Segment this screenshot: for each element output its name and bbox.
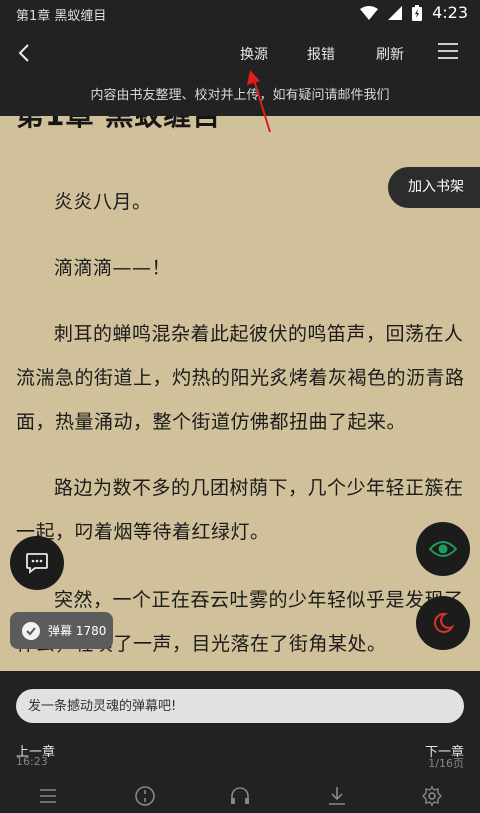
status-chapter-text: 第1章 黑蚁缠目 bbox=[16, 9, 107, 24]
refresh-button[interactable]: 刷新 bbox=[376, 44, 404, 64]
eye-protection-button[interactable] bbox=[416, 522, 470, 576]
bottom-panel: 上一章 下一章 16:23 1/16页 bbox=[0, 671, 480, 813]
paragraph: 滴滴滴——！ bbox=[54, 257, 172, 279]
check-icon bbox=[22, 621, 40, 640]
chat-icon bbox=[26, 553, 48, 574]
danmu-toggle[interactable]: 弹幕 1780 bbox=[10, 612, 113, 649]
wifi-icon bbox=[360, 5, 379, 20]
add-to-shelf-button[interactable]: 加入书架 bbox=[388, 167, 480, 208]
progress-icon bbox=[135, 786, 155, 806]
danmu-comment-button[interactable] bbox=[10, 536, 64, 590]
menu-button[interactable] bbox=[437, 42, 461, 62]
clock-text: 16:23 bbox=[16, 755, 48, 768]
progress-button[interactable] bbox=[134, 785, 156, 807]
night-mode-button[interactable] bbox=[416, 596, 470, 650]
eye-icon bbox=[428, 541, 458, 557]
back-button[interactable] bbox=[10, 38, 38, 68]
battery-icon bbox=[412, 4, 423, 21]
download-icon bbox=[329, 787, 345, 805]
arrow-annotation bbox=[247, 70, 271, 133]
source-notice: 内容由书友整理、校对并上传，如有疑问请邮件我们 bbox=[90, 88, 390, 103]
settings-icon bbox=[422, 785, 442, 807]
danmu-input[interactable] bbox=[16, 689, 464, 723]
catalog-button[interactable] bbox=[37, 785, 59, 807]
status-time: 4:23 bbox=[432, 3, 468, 22]
change-source-button[interactable]: 换源 bbox=[240, 44, 268, 64]
paragraph: 刺耳的蝉鸣混杂着此起彼伏的鸣笛声，回荡在人流湍急的街道上，灼热的阳光炙烤着灰褐色… bbox=[16, 323, 465, 433]
headphones-icon bbox=[231, 787, 249, 804]
download-button[interactable] bbox=[326, 785, 348, 807]
listen-button[interactable] bbox=[229, 785, 251, 807]
report-error-button[interactable]: 报错 bbox=[307, 44, 335, 64]
list-icon bbox=[40, 789, 56, 803]
moon-icon bbox=[433, 612, 454, 633]
signal-icon bbox=[388, 5, 403, 20]
top-toolbar: 换源 报错 刷新 内容由书友整理、校对并上传，如有疑问请邮件我们 bbox=[0, 28, 480, 116]
danmu-count-label: 弹幕 1780 bbox=[48, 624, 107, 638]
bottom-toolbar bbox=[0, 783, 480, 813]
back-icon bbox=[18, 44, 29, 62]
paragraph: 路边为数不多的几团树荫下，几个少年轻正簇在一起，叼着烟等待着红绿灯。 bbox=[16, 477, 464, 543]
status-icons: 4:23 bbox=[360, 3, 468, 22]
page-indicator: 1/16页 bbox=[428, 757, 464, 770]
menu-icon bbox=[438, 43, 458, 59]
status-bar: 第1章 黑蚁缠目 4:23 bbox=[0, 0, 480, 28]
settings-button[interactable] bbox=[421, 785, 443, 807]
